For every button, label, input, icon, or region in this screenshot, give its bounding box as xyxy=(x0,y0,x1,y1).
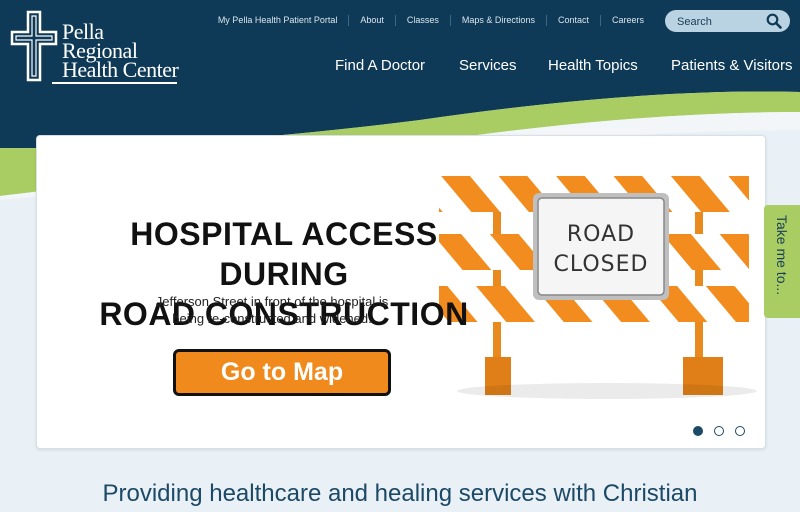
hero-carousel: ROAD CLOSED HOSPITAL ACCESS DURING ROAD … xyxy=(36,135,766,449)
tagline: Providing healthcare and healing service… xyxy=(102,480,698,507)
carousel-dot-2[interactable] xyxy=(714,426,724,436)
take-me-to-label: Take me to... xyxy=(774,215,790,296)
nav-patients-visitors[interactable]: Patients & Visitors xyxy=(671,57,792,74)
hero-subtext-line-1: Jefferson Street in front of the hospita… xyxy=(155,294,389,309)
hero-subtext: Jefferson Street in front of the hospita… xyxy=(137,293,407,327)
nav-find-a-doctor[interactable]: Find A Doctor xyxy=(335,57,425,74)
search-icon[interactable] xyxy=(766,13,782,29)
utility-link-maps-directions[interactable]: Maps & Directions xyxy=(449,15,546,26)
carousel-dot-1[interactable] xyxy=(693,426,703,436)
search-input[interactable] xyxy=(675,13,764,31)
utility-link-patient-portal[interactable]: My Pella Health Patient Portal xyxy=(207,15,349,26)
hero-headline-line-1: HOSPITAL ACCESS DURING xyxy=(130,216,438,292)
logo-underline xyxy=(52,82,177,84)
nav-health-topics[interactable]: Health Topics xyxy=(548,57,638,74)
logo-line-3: Health Center xyxy=(62,57,179,82)
search-box xyxy=(665,10,790,32)
cross-logo-icon xyxy=(10,10,58,82)
take-me-to-tab[interactable]: Take me to... xyxy=(764,205,800,318)
carousel-dot-3[interactable] xyxy=(735,426,745,436)
hero-subtext-line-2: being re-constructed and widened. xyxy=(172,311,372,326)
utility-link-about[interactable]: About xyxy=(348,15,395,26)
sign-text-road: ROAD xyxy=(567,222,635,247)
utility-link-classes[interactable]: Classes xyxy=(394,15,450,26)
go-to-map-button[interactable]: Go to Map xyxy=(173,349,391,396)
logo[interactable]: Pella Regional Health Center xyxy=(10,10,190,85)
nav-services[interactable]: Services xyxy=(459,57,517,74)
sign-text-closed: CLOSED xyxy=(554,252,649,277)
carousel-dots xyxy=(693,426,756,436)
logo-text: Pella Regional Health Center xyxy=(62,21,179,82)
utility-link-contact[interactable]: Contact xyxy=(545,15,600,26)
utility-nav: My Pella Health Patient Portal About Cla… xyxy=(207,15,655,26)
utility-link-careers[interactable]: Careers xyxy=(599,15,655,26)
